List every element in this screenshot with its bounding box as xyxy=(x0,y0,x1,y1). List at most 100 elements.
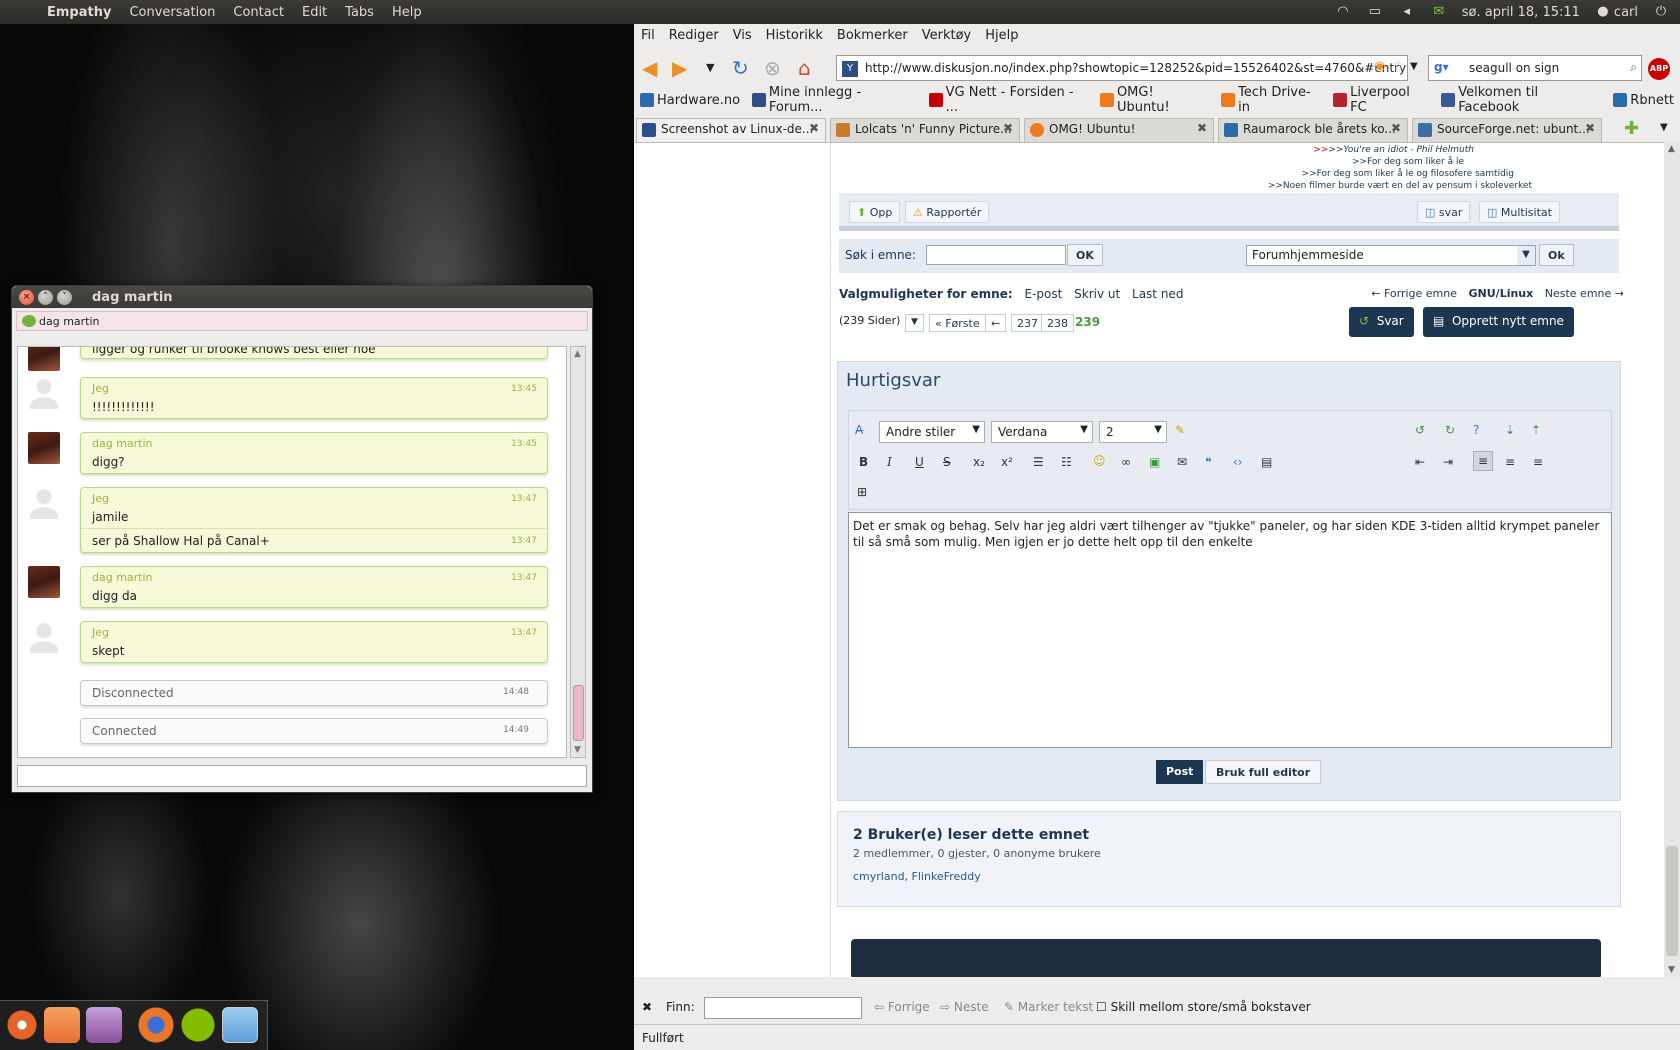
scroll-thumb[interactable] xyxy=(573,685,584,741)
scroll-down-icon[interactable]: ▼ xyxy=(574,745,581,755)
close-find-icon[interactable]: ✖ xyxy=(642,1000,652,1014)
close-icon[interactable]: × xyxy=(19,289,34,305)
menu-historikk[interactable]: Historikk xyxy=(759,28,830,43)
bookmark-item[interactable]: OMG! Ubuntu! xyxy=(1094,85,1215,115)
align-center-icon[interactable]: ≡ xyxy=(1505,455,1515,469)
find-next-button[interactable]: ⇨ Neste xyxy=(940,1000,989,1014)
redo-icon[interactable]: ↻ xyxy=(1445,423,1455,437)
wifi-icon[interactable]: ◠ xyxy=(1334,5,1352,19)
reply-small-button[interactable]: ◫ svar xyxy=(1417,201,1471,223)
forum-jump-select[interactable]: Forumhjemmeside ▼ xyxy=(1246,245,1536,266)
scroll-up-icon[interactable]: ▲ xyxy=(574,349,581,359)
volume-icon[interactable]: ◂ xyxy=(1398,5,1416,19)
rss-icon[interactable]: ◉ xyxy=(1374,59,1385,74)
toggle-editor-icon[interactable]: ⊞ xyxy=(857,485,867,499)
search-icon[interactable]: ⌕ xyxy=(1630,60,1637,75)
opp-button[interactable]: ⬆ Opp xyxy=(849,201,901,223)
menu-edit[interactable]: Edit xyxy=(293,5,336,20)
bookmark-item[interactable]: Mine innlegg - Forum... xyxy=(746,85,923,115)
spotify-icon[interactable] xyxy=(180,1007,216,1043)
prev-page-link[interactable]: ← xyxy=(985,314,1007,332)
first-page-link[interactable]: « Første xyxy=(929,314,986,332)
empathy-icon[interactable] xyxy=(222,1007,258,1043)
bookmark-star-icon[interactable]: ☆ xyxy=(1392,58,1405,74)
signature-line[interactable]: >>For deg som liker å le og filosofere s… xyxy=(1302,169,1514,179)
option-print-link[interactable]: Skriv ut xyxy=(1074,287,1120,301)
next-topic-link[interactable]: Neste emne → xyxy=(1545,287,1624,300)
size-select[interactable]: 2 ▼ xyxy=(1099,421,1167,443)
tab-omg-ubuntu[interactable]: OMG! Ubuntu! ✖ xyxy=(1024,118,1214,142)
chat-titlebar[interactable]: × ˄ ˅ dag martin xyxy=(12,286,592,308)
reload-icon[interactable]: ↻ xyxy=(732,56,749,80)
menu-rediger[interactable]: Rediger xyxy=(662,28,726,43)
scroll-thumb[interactable] xyxy=(1666,846,1678,956)
smiley-icon[interactable]: ☺ xyxy=(1093,454,1106,468)
outdent-icon[interactable]: ⇤ xyxy=(1415,455,1425,469)
remove-format-icon[interactable]: A̶ xyxy=(855,423,863,437)
search-ok-button[interactable]: OK xyxy=(1067,244,1103,266)
user-name[interactable]: carl xyxy=(1614,5,1638,20)
tab-raumarock[interactable]: Raumarock ble årets ko... ✖ xyxy=(1218,118,1408,142)
scroll-up-icon[interactable]: ▲ xyxy=(1668,144,1675,154)
bullet-list-icon[interactable]: ☰ xyxy=(1033,455,1044,469)
tab-screenshot[interactable]: Screenshot av Linux-de... ✖ xyxy=(636,118,826,142)
url-bar[interactable]: Yhttp://www.diskusjon.no/index.php?showt… xyxy=(836,55,1408,81)
match-case-checkbox[interactable]: ☐ Skill mellom store/små bokstaver xyxy=(1096,1000,1311,1014)
stop-icon[interactable]: ⊗ xyxy=(764,56,781,80)
bookmark-item[interactable]: Hardware.no xyxy=(634,93,746,108)
menu-contact[interactable]: Contact xyxy=(224,5,293,20)
prev-topic-link[interactable]: ← Forrige emne xyxy=(1371,287,1457,300)
option-email-link[interactable]: E-post xyxy=(1024,287,1062,301)
signature-line[interactable]: >>>>You're an idiot - Phil Helmuth xyxy=(1313,145,1474,155)
mail-icon[interactable]: ✉ xyxy=(1430,5,1448,19)
menu-verktoy[interactable]: Verktøy xyxy=(915,28,979,43)
battery-icon[interactable]: ▭ xyxy=(1366,5,1384,19)
reply-textarea[interactable]: Det er smak og behag. Selv har jeg aldri… xyxy=(848,512,1612,748)
tab-sourceforge[interactable]: SourceForge.net: ubunt... ✖ xyxy=(1412,118,1602,142)
restore-draft-icon[interactable]: ⇡ xyxy=(1531,423,1541,437)
bookmark-item[interactable]: VG Nett - Forsiden - ... xyxy=(923,85,1094,115)
search-input[interactable]: g▾ seagull on sign ⌕ xyxy=(1428,55,1642,81)
menu-help[interactable]: Help xyxy=(383,5,431,20)
underline-icon[interactable]: U xyxy=(915,455,924,469)
find-prev-button[interactable]: ⇦ Forrige xyxy=(874,1000,930,1014)
highlight-button[interactable]: ✎ Marker tekst xyxy=(1004,1000,1093,1014)
code-icon[interactable]: ‹› xyxy=(1233,455,1243,469)
chat-scrollbar[interactable]: ▲ ▼ xyxy=(570,346,586,758)
align-left-icon[interactable]: ≡ xyxy=(1473,451,1494,471)
menu-fil[interactable]: Fil xyxy=(634,28,662,43)
multiquote-button[interactable]: ◫ Multisitat xyxy=(1479,201,1560,223)
bookmark-item[interactable]: Liverpool FC xyxy=(1327,85,1435,115)
page-scrollbar[interactable]: ▲ ▼ xyxy=(1664,142,1680,977)
align-right-icon[interactable]: ≡ xyxy=(1533,455,1543,469)
topic-search-input[interactable] xyxy=(926,245,1066,265)
page-link-238[interactable]: 238 xyxy=(1041,314,1074,332)
italic-icon[interactable]: I xyxy=(887,455,892,469)
terminal-icon[interactable] xyxy=(86,1007,122,1043)
menu-conversation[interactable]: Conversation xyxy=(120,5,224,20)
email-icon[interactable]: ✉ xyxy=(1177,455,1187,469)
user-icon[interactable]: ● xyxy=(1594,5,1612,19)
bookmark-item[interactable]: Tech Drive-in xyxy=(1215,85,1327,115)
scroll-down-icon[interactable]: ▼ xyxy=(1668,965,1675,975)
chat-tab[interactable]: dag martin xyxy=(16,311,588,331)
maximize-icon[interactable]: ˅ xyxy=(57,289,72,305)
menu-tabs[interactable]: Tabs xyxy=(336,5,383,20)
forum-link[interactable]: GNU/Linux xyxy=(1469,287,1534,300)
new-tab-icon[interactable]: ✚ xyxy=(1624,118,1639,139)
post-button[interactable]: Post xyxy=(1156,760,1204,784)
font-select[interactable]: Verdana ▼ xyxy=(991,421,1093,443)
color-picker-icon[interactable]: ✎ xyxy=(1175,423,1185,437)
superscript-icon[interactable]: x² xyxy=(1001,455,1013,469)
power-icon[interactable]: ⏻ xyxy=(1652,5,1670,19)
files-icon[interactable] xyxy=(44,1007,80,1043)
close-tab-icon[interactable]: ✖ xyxy=(1197,121,1207,135)
spoiler-icon[interactable]: ▤ xyxy=(1261,455,1272,469)
signature-line[interactable]: >>Noen filmer burde vært en del av pensu… xyxy=(1268,181,1532,191)
back-icon[interactable]: ◀ xyxy=(642,56,657,80)
new-topic-button[interactable]: ▤ Opprett nytt emne xyxy=(1423,307,1574,337)
clock[interactable]: sø. april 18, 15:11 xyxy=(1462,5,1580,20)
reply-button[interactable]: ↺ Svar xyxy=(1349,307,1414,337)
indent-icon[interactable]: ⇥ xyxy=(1443,455,1453,469)
subscript-icon[interactable]: x₂ xyxy=(973,455,985,469)
